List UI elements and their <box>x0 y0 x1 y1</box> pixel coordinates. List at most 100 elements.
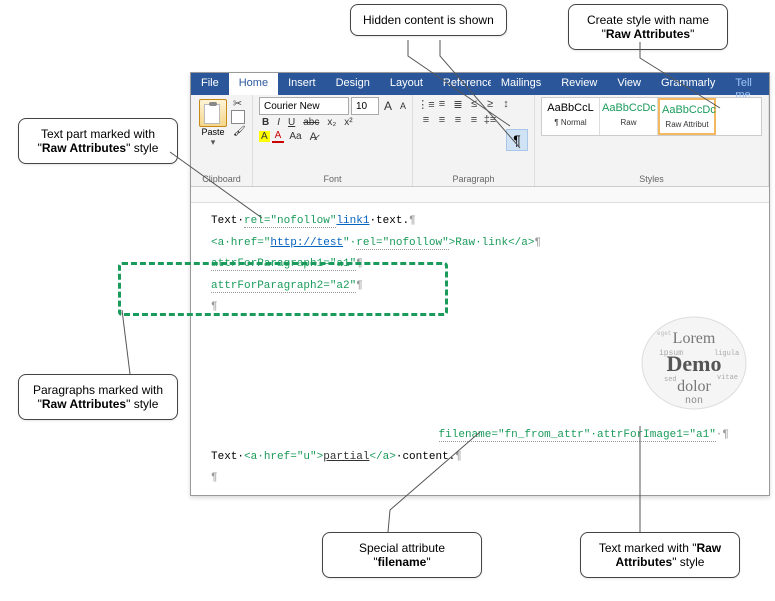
underline-button[interactable]: U <box>285 117 298 128</box>
para-1[interactable]: Text·rel="nofollow"link1·text.¶ <box>211 213 749 231</box>
style-preview: AaBbCcDc <box>602 102 655 114</box>
style-name: Raw Attribut <box>662 120 712 129</box>
text: ·content. <box>396 451 455 463</box>
style-name: ¶ Normal <box>544 118 597 127</box>
pilcrow-icon: ¶ <box>211 472 218 484</box>
line-spacing-icon[interactable]: ‡≡ <box>483 113 497 127</box>
style-raw-attributes[interactable]: AaBbCcDc Raw Attribut <box>658 98 716 135</box>
callout-text: Hidden content is shown <box>363 13 494 27</box>
raw-attr-filename: filename="fn_from_attr" <box>439 429 591 442</box>
text: Text· <box>211 451 244 463</box>
raw-attr-text: rel="nofollow" <box>244 215 336 228</box>
callout-text-part: Text part marked with "Raw Attributes" s… <box>18 118 178 164</box>
ribbon-tabs: File Home Insert Design Layout Reference… <box>191 73 769 95</box>
pilcrow-icon: ¶ <box>409 215 416 227</box>
style-raw[interactable]: AaBbCcDc Raw <box>600 98 658 135</box>
numbering-icon[interactable]: ≡ <box>435 97 449 111</box>
font-size-input[interactable] <box>351 97 379 115</box>
hyperlink[interactable]: link1 <box>336 215 369 227</box>
callout-text: " style <box>672 555 704 569</box>
svg-text:Lorem: Lorem <box>673 330 716 347</box>
paste-button[interactable]: Paste ▾ <box>197 97 229 150</box>
text: ·text. <box>369 215 409 227</box>
dec-indent-icon[interactable]: ≤ <box>467 97 481 111</box>
inc-indent-icon[interactable]: ≥ <box>483 97 497 111</box>
hyperlink[interactable]: http://test <box>270 237 343 249</box>
tab-review[interactable]: Review <box>551 73 607 95</box>
ruler <box>191 187 769 203</box>
align-center-icon[interactable]: ≡ <box>435 113 449 127</box>
pilcrow-icon: ¶ <box>535 237 542 249</box>
tab-home[interactable]: Home <box>229 73 278 95</box>
raw-attr-text: rel="nofollow" <box>356 237 448 250</box>
font-color-button[interactable]: A <box>272 130 285 143</box>
callout-text: " style <box>126 141 158 155</box>
callout-text: " <box>426 555 430 569</box>
tab-tellme[interactable]: Tell me <box>725 73 769 95</box>
raw-text: <a·href=" <box>211 237 270 249</box>
text: Text· <box>211 215 244 227</box>
tab-view[interactable]: View <box>607 73 651 95</box>
align-left-icon[interactable]: ≡ <box>419 113 433 127</box>
case-button[interactable]: Aa <box>286 131 304 142</box>
callout-bold: Raw Attributes <box>42 141 126 155</box>
tab-layout[interactable]: Layout <box>380 73 433 95</box>
show-hide-pilcrow-button[interactable]: ¶ <box>506 129 528 151</box>
document-area[interactable]: Text·rel="nofollow"link1·text.¶ <a·href=… <box>191 203 769 493</box>
font-name-input[interactable] <box>259 97 349 115</box>
superscript-button[interactable]: x² <box>341 117 355 128</box>
wordcloud-icon: Lorem ipsum ligula Demo sed vitae dolor … <box>639 313 749 413</box>
ribbon: Paste ▾ Clipboard A A <box>191 95 769 187</box>
svg-text:Demo: Demo <box>667 351 722 376</box>
callout-bold: Raw Attributes <box>606 27 690 41</box>
tab-file[interactable]: File <box>191 73 229 95</box>
raw-text: "· <box>343 237 356 249</box>
cut-icon[interactable] <box>233 97 246 110</box>
para-2[interactable]: <a·href="http://test"·rel="nofollow">Raw… <box>211 235 749 253</box>
paragraph-group: ⋮≡ ≡ ≣ ≤ ≥ ↕ ≡ ≡ ≡ ≡ ‡≡ ¶ Paragr <box>413 95 535 186</box>
strike-button[interactable]: abc <box>300 117 322 128</box>
raw-text: <a·href="u"> <box>244 451 323 463</box>
bullets-icon[interactable]: ⋮≡ <box>419 97 433 111</box>
callout-hidden-content: Hidden content is shown <box>350 4 507 36</box>
chevron-down-icon: ▾ <box>211 137 216 148</box>
pilcrow-icon: ·¶ <box>716 429 729 441</box>
tab-design[interactable]: Design <box>326 73 380 95</box>
justify-icon[interactable]: ≡ <box>467 113 481 127</box>
callout-special-attr: Special attribute "filename" <box>322 532 482 578</box>
font-group: A A B I U abc x₂ x² A A Aa A̷ Fo <box>253 95 413 186</box>
tab-references[interactable]: References <box>433 73 491 95</box>
callout-text: Text marked with " <box>599 541 697 555</box>
hyperlink[interactable]: partial <box>323 451 369 463</box>
svg-text:eget: eget <box>657 330 671 337</box>
para-6[interactable]: Text·<a·href="u">partial</a>·content.¶ <box>211 449 749 467</box>
style-normal[interactable]: AaBbCcL ¶ Normal <box>542 98 600 135</box>
style-preview: AaBbCcL <box>544 102 597 114</box>
bold-button[interactable]: B <box>259 117 272 128</box>
format-painter-icon[interactable] <box>233 126 246 137</box>
highlight-button[interactable]: A <box>259 131 270 142</box>
clipboard-label: Clipboard <box>197 172 246 184</box>
clear-format-icon[interactable]: A̷ <box>307 131 320 143</box>
svg-text:non: non <box>685 396 703 407</box>
italic-button[interactable]: I <box>274 117 283 128</box>
subscript-button[interactable]: x₂ <box>324 117 339 128</box>
style-gallery: AaBbCcL ¶ Normal AaBbCcDc Raw AaBbCcDc R… <box>541 97 762 136</box>
grow-font-icon[interactable]: A <box>381 99 395 113</box>
tab-mailings[interactable]: Mailings <box>491 73 551 95</box>
style-name: Raw <box>602 118 655 127</box>
para-blank2[interactable]: ¶ <box>211 470 749 488</box>
align-right-icon[interactable]: ≡ <box>451 113 465 127</box>
highlight-box <box>118 262 448 316</box>
svg-text:sed: sed <box>664 376 677 384</box>
shrink-font-icon[interactable]: A <box>397 101 409 111</box>
sort-icon[interactable]: ↕ <box>499 97 513 111</box>
tab-insert[interactable]: Insert <box>278 73 326 95</box>
para-5[interactable]: filename="fn_from_attr"·attrForImage1="a… <box>211 427 749 445</box>
styles-group: AaBbCcL ¶ Normal AaBbCcDc Raw AaBbCcDc R… <box>535 95 769 186</box>
multilevel-icon[interactable]: ≣ <box>451 97 465 111</box>
tab-grammarly[interactable]: Grammarly <box>651 73 725 95</box>
embedded-image[interactable]: Lorem ipsum ligula Demo sed vitae dolor … <box>639 313 749 413</box>
paste-icon <box>199 99 227 127</box>
copy-icon[interactable] <box>233 112 245 124</box>
